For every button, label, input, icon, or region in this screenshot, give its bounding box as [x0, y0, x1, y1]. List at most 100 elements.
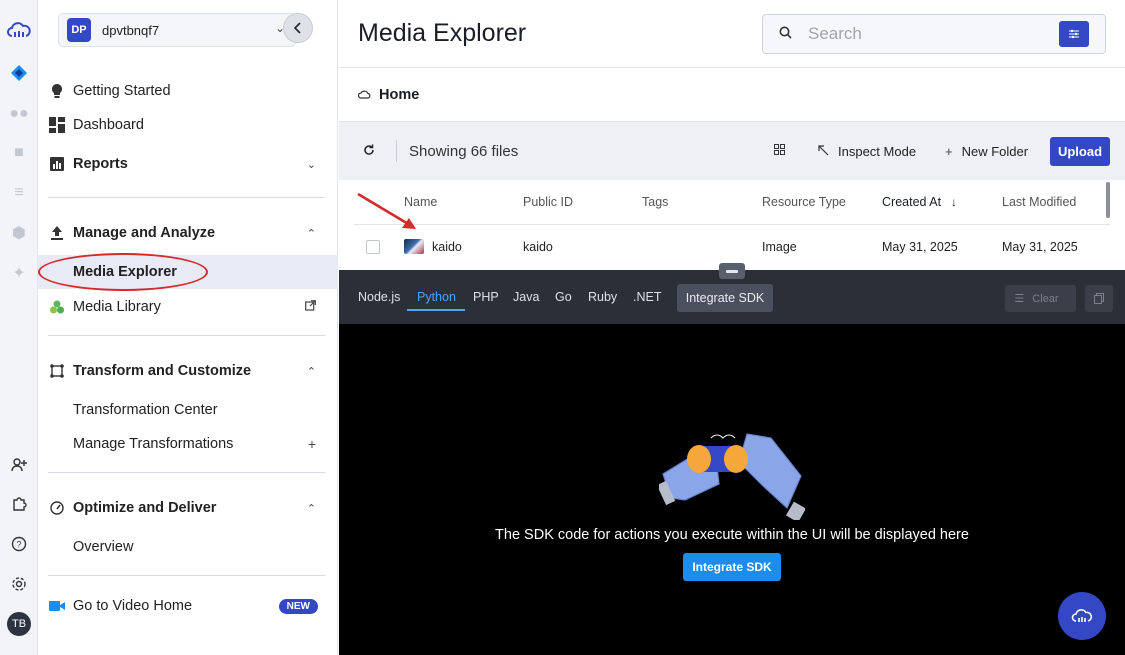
upload-button[interactable]: Upload	[1050, 137, 1110, 166]
sidebar-item-label: Transform and Customize	[73, 363, 252, 379]
clover-icon	[48, 298, 66, 316]
sidebar-section-manage-analyze[interactable]: Manage and Analyze ⌃	[38, 216, 338, 250]
files-table: Name Public ID Tags Resource Type Create…	[354, 180, 1110, 270]
clear-button[interactable]: ☰ Clear	[1005, 285, 1076, 312]
search-box[interactable]: Search	[762, 14, 1106, 54]
puzzle-icon[interactable]	[7, 492, 31, 516]
chevron-up-icon[interactable]: ⌃	[307, 502, 316, 515]
divider	[396, 140, 397, 162]
chevron-up-icon[interactable]: ⌃	[307, 365, 316, 378]
sidebar-item-label: Dashboard	[73, 117, 144, 133]
column-header-tags[interactable]: Tags	[642, 195, 668, 209]
breadcrumb-home[interactable]: Home	[379, 87, 419, 103]
divider	[48, 575, 325, 576]
svg-text:?: ?	[16, 540, 21, 550]
copy-icon[interactable]	[1085, 285, 1113, 312]
video-icon[interactable]: ■	[7, 141, 31, 165]
settings-gear-icon[interactable]	[7, 572, 31, 596]
user-avatar[interactable]: TB	[7, 612, 31, 636]
tab-python[interactable]: Python	[417, 290, 456, 304]
search-input[interactable]: Search	[808, 24, 862, 44]
tab-go[interactable]: Go	[555, 290, 572, 304]
external-link-icon[interactable]	[305, 300, 316, 314]
divider	[48, 335, 325, 336]
add-user-icon[interactable]	[7, 453, 31, 477]
sidebar-item-video-home[interactable]: Go to Video Home NEW	[38, 589, 338, 623]
sidebar-item-label: Optimize and Deliver	[73, 500, 217, 516]
sidebar-item-transformation-center[interactable]: Transformation Center	[38, 393, 338, 427]
sort-desc-icon[interactable]: ↓	[951, 195, 957, 209]
column-header-resource-type[interactable]: Resource Type	[762, 195, 846, 209]
collapse-sidebar-button[interactable]	[283, 13, 313, 43]
cell-name[interactable]: kaido	[432, 240, 462, 254]
sidebar-item-media-library[interactable]: Media Library	[38, 290, 338, 324]
column-header-created-at[interactable]: Created At	[882, 195, 941, 209]
sidebar: DP dpvtbnqf7 ⌄ Getting Started Dashboard…	[38, 0, 338, 655]
image-thumbnail[interactable]	[404, 239, 424, 254]
scrollbar[interactable]	[1106, 182, 1110, 218]
column-header-public-id[interactable]: Public ID	[523, 195, 573, 209]
sidebar-item-overview[interactable]: Overview	[38, 530, 338, 564]
assets-icon[interactable]	[7, 61, 31, 85]
new-folder-label: New Folder	[961, 144, 1029, 159]
speedometer-icon	[48, 499, 66, 517]
sidebar-item-label: Media Library	[73, 299, 161, 315]
account-initials: DP	[67, 18, 91, 42]
cloudinary-logo-icon[interactable]	[7, 18, 31, 42]
sidebar-item-reports[interactable]: Reports ⌄	[38, 147, 338, 181]
sidebar-item-label: Transformation Center	[73, 402, 218, 418]
tab-dotnet[interactable]: .NET	[633, 290, 661, 304]
cell-public-id: kaido	[523, 240, 553, 254]
account-switcher[interactable]: DP dpvtbnqf7 ⌄	[58, 13, 296, 47]
sidebar-item-media-explorer[interactable]: Media Explorer	[38, 255, 338, 289]
sidebar-section-transform[interactable]: Transform and Customize ⌃	[38, 354, 338, 388]
divider	[48, 472, 325, 473]
sidebar-item-label: Manage Transformations	[73, 436, 234, 452]
inspect-mode-label: Inspect Mode	[838, 144, 917, 159]
column-header-last-modified[interactable]: Last Modified	[1002, 195, 1076, 209]
sdk-empty-message: The SDK code for actions you execute wit…	[495, 527, 969, 543]
chevron-up-icon[interactable]: ⌃	[307, 227, 316, 240]
tab-nodejs[interactable]: Node.js	[358, 290, 400, 304]
chevron-down-icon[interactable]: ⌄	[307, 158, 316, 171]
breadcrumb: Home	[339, 68, 1125, 122]
reports-chart-icon	[48, 155, 66, 173]
sdk-console: The SDK code for actions you execute wit…	[339, 324, 1125, 655]
ai-icon[interactable]: ✦	[7, 261, 31, 285]
cube-icon[interactable]: ⬢	[7, 221, 31, 245]
help-icon[interactable]: ?	[7, 532, 31, 556]
dashboard-icon	[48, 116, 66, 134]
tab-java[interactable]: Java	[513, 290, 539, 304]
sidebar-item-label: Go to Video Home	[73, 598, 193, 614]
sidebar-item-dashboard[interactable]: Dashboard	[38, 108, 338, 142]
refresh-icon[interactable]	[363, 143, 375, 159]
new-folder-button[interactable]: + New Folder	[945, 144, 1028, 159]
page-title: Media Explorer	[358, 19, 527, 47]
sidebar-item-label: Overview	[73, 539, 134, 555]
app-rail: ●● ■ ≡ ⬢ ✦ ? TB	[0, 0, 38, 655]
integrate-sdk-button[interactable]: Integrate SDK	[683, 553, 781, 581]
grid-view-icon[interactable]	[774, 144, 785, 158]
tab-php[interactable]: PHP	[473, 290, 499, 304]
sidebar-item-manage-transformations[interactable]: Manage Transformations +	[38, 427, 338, 461]
tab-ruby[interactable]: Ruby	[588, 290, 617, 304]
cell-created-at: May 31, 2025	[882, 240, 958, 254]
table-header: Name Public ID Tags Resource Type Create…	[354, 180, 1110, 225]
page-header: Media Explorer Search	[339, 0, 1125, 68]
divider	[48, 197, 325, 198]
integrate-sdk-tab-button[interactable]: Integrate SDK	[677, 284, 773, 312]
lightbulb-icon	[48, 82, 66, 100]
row-checkbox[interactable]	[366, 240, 380, 254]
inspect-mode-button[interactable]: Inspect Mode	[818, 144, 916, 159]
account-name: dpvtbnqf7	[102, 22, 160, 38]
sidebar-section-optimize[interactable]: Optimize and Deliver ⌃	[38, 491, 338, 525]
sidebar-item-getting-started[interactable]: Getting Started	[38, 74, 338, 108]
panel-resize-handle[interactable]	[719, 263, 745, 279]
transform-frame-icon	[48, 362, 66, 380]
filter-settings-icon[interactable]	[1059, 21, 1089, 47]
integrations-icon[interactable]: ●●	[7, 102, 31, 126]
cloudinary-assistant-button[interactable]	[1058, 592, 1106, 640]
sidebar-item-label: Getting Started	[73, 83, 171, 99]
layers-icon[interactable]: ≡	[7, 181, 31, 205]
plus-icon[interactable]: +	[308, 436, 316, 452]
